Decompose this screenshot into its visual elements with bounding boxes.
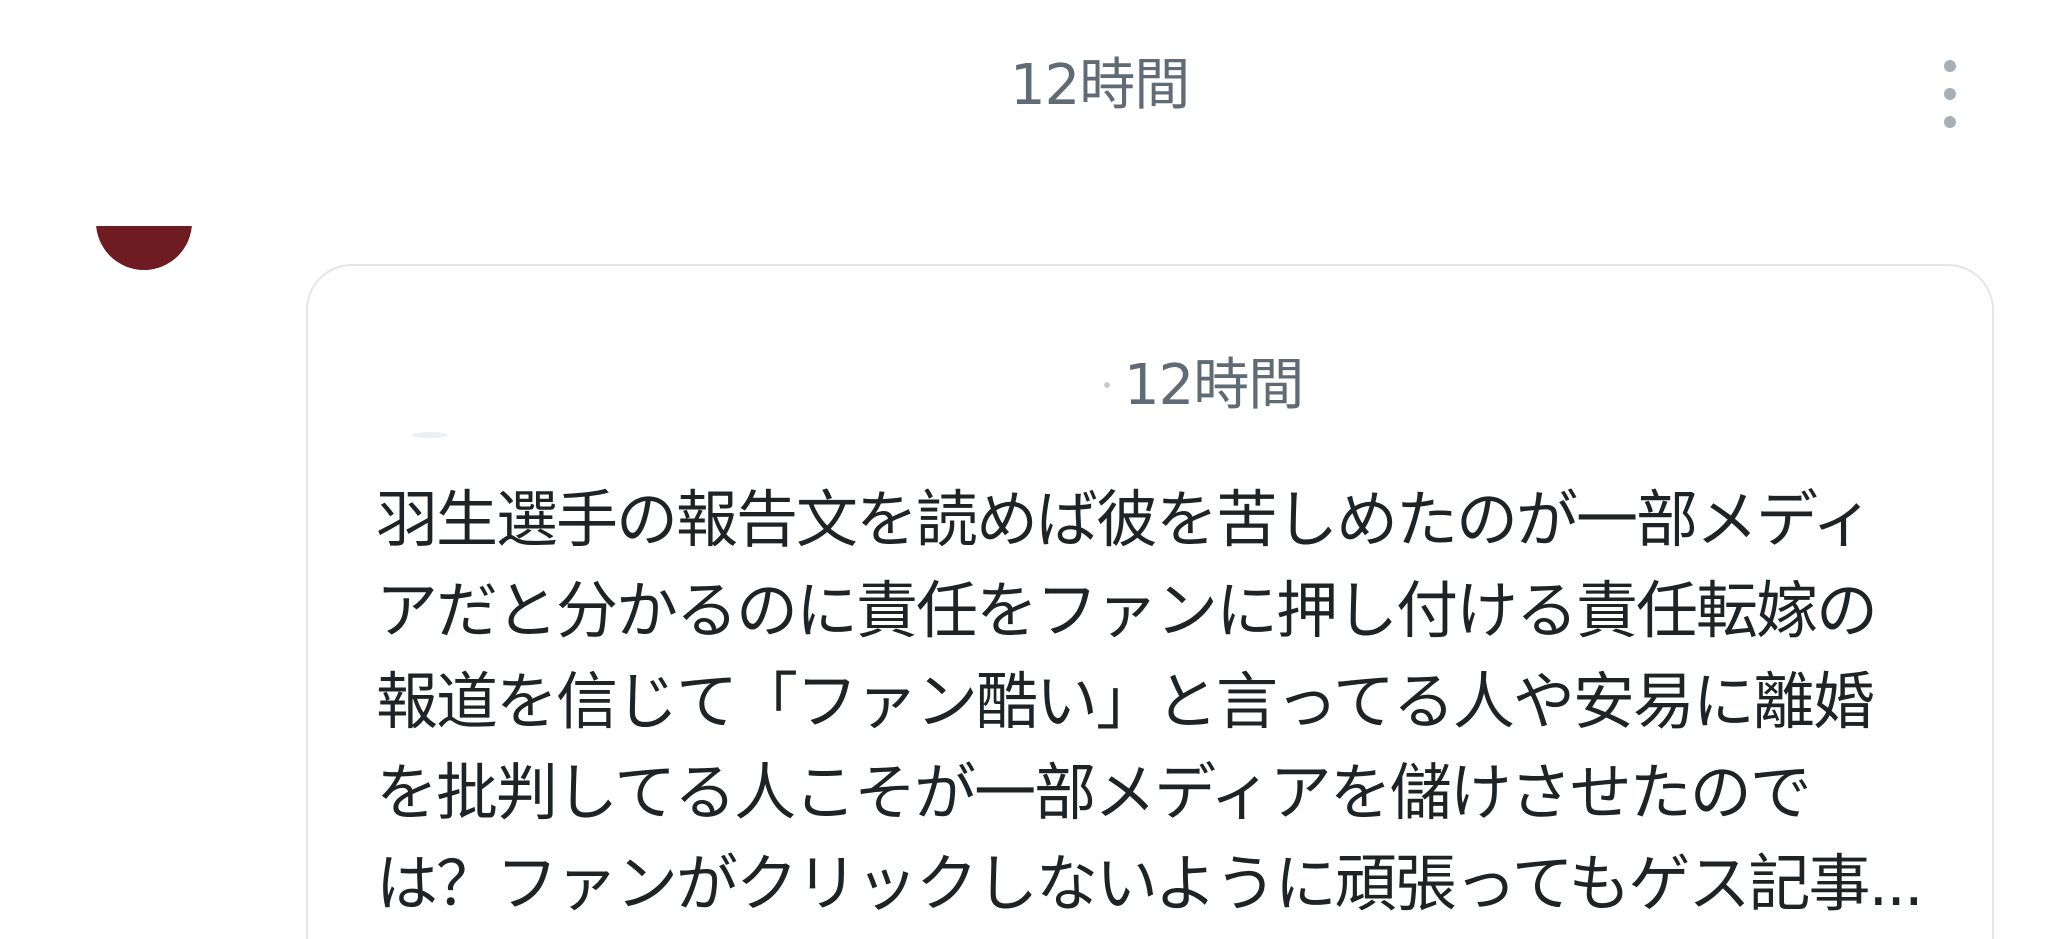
reply-avatar bbox=[412, 432, 448, 438]
comment-timestamp: 12時間 bbox=[1010, 53, 1190, 118]
more-vertical-icon bbox=[1944, 116, 1956, 128]
reply-body-text: 羽生選手の報告文を読めば彼を苦しめたのが一部メディ アだと分かるのに責任をファン… bbox=[376, 483, 1924, 920]
username-placeholder bbox=[1104, 382, 1110, 388]
avatar[interactable] bbox=[96, 226, 192, 270]
more-vertical-icon bbox=[1944, 88, 1956, 100]
more-options-button[interactable] bbox=[1924, 52, 1976, 136]
comment-thread: 12時間 12時間 羽生選手の報告文を読めば彼を苦しめたのが一部メディ アだと分… bbox=[0, 0, 2048, 939]
reply-timestamp: 12時間 bbox=[1124, 353, 1304, 418]
avatar-image bbox=[96, 226, 192, 270]
reply-card[interactable]: 12時間 羽生選手の報告文を読めば彼を苦しめたのが一部メディ アだと分かるのに責… bbox=[306, 264, 1994, 939]
more-vertical-icon bbox=[1944, 60, 1956, 72]
